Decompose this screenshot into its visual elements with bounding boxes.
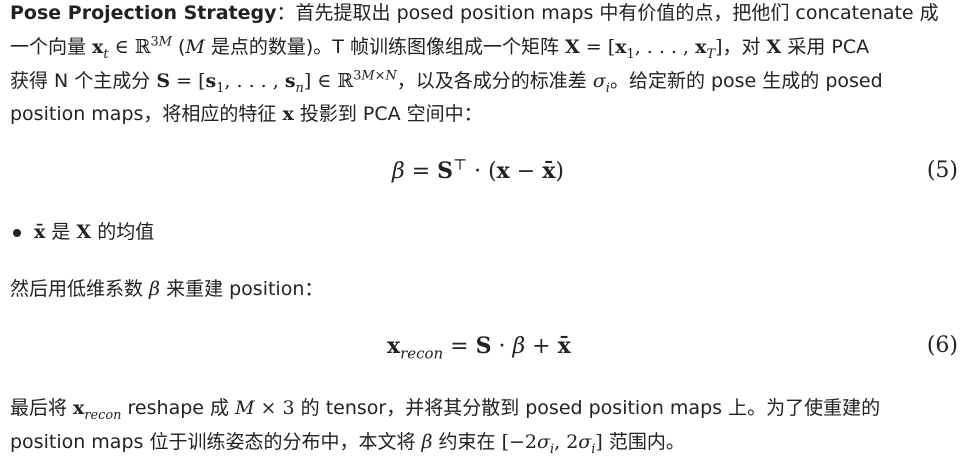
para1-text: ，对 xyxy=(722,36,767,58)
equation-6: xrecon = S · β + x̄ xyxy=(387,333,571,363)
para1-line-2: 一个向量 xt ∈ ℝ3M (M 是点的数量)。T 帧训练图像组成一个矩阵 X … xyxy=(10,34,870,62)
para2-text: 来重建 position： xyxy=(160,278,324,300)
heading-colon: ： xyxy=(276,2,296,24)
para1-line-3: 获得 N 个主成分 S = [s1, . . . , sn] ∈ ℝ3M×N，以… xyxy=(10,68,883,96)
math-M: M xyxy=(185,36,205,58)
para3-text: reshape 成 xyxy=(121,397,236,419)
para3-line-2: position maps 位于训练姿态的分布中，本文将 β 约束在 [−2σi… xyxy=(10,429,685,457)
para1-text: position maps，将相应的特征 xyxy=(10,103,283,125)
equation-5: β = S⊤ · (x − x̄) xyxy=(392,155,564,184)
para3-line-1: 最后将 xrecon reshape 成 M × 3 的 tensor，并将其分… xyxy=(10,395,881,423)
math-X: X xyxy=(76,221,92,243)
para1-text: 采用 PCA xyxy=(781,36,870,58)
para3-text: 最后将 xyxy=(10,397,74,419)
math-vector-xt: xt ∈ ℝ3M xyxy=(92,34,172,62)
bullet-dot xyxy=(13,229,21,237)
equation-5-number: (5) xyxy=(926,158,958,183)
para3-text: position maps 位于训练姿态的分布中，本文将 xyxy=(10,431,422,453)
math-sigma-i: σi xyxy=(592,70,610,96)
math-beta: β xyxy=(421,431,433,453)
para1-line-1: Pose Projection Strategy：首先提取出 posed pos… xyxy=(10,0,939,26)
math-x-bar: x̄ xyxy=(34,221,46,243)
bullet-text: 的均值 xyxy=(91,221,155,243)
para1-text: 投影到 PCA 空间中： xyxy=(293,103,483,125)
math-x-recon: xrecon xyxy=(73,397,122,423)
math-x: x xyxy=(282,103,294,125)
para3-text: 范围内。 xyxy=(602,431,685,453)
para3-text: 的 tensor，并将其分散到 posed position maps 上。为了… xyxy=(294,397,881,419)
para1-text: ，以及各成分的标准差 xyxy=(396,70,593,92)
bullet-item: x̄ 是 X 的均值 xyxy=(34,219,154,245)
math-matrix-X: X = [x1, . . . , xT] xyxy=(565,36,723,62)
para3-text: 约束在 xyxy=(432,431,502,453)
para1-text: 一个向量 xyxy=(10,36,93,58)
section-heading: Pose Projection Strategy xyxy=(10,2,277,24)
para1-text: 。给定新的 pose 生成的 posed xyxy=(609,70,883,92)
math-range: [−2σi, 2σi] xyxy=(501,431,603,457)
para1-line-4: position maps，将相应的特征 x 投影到 PCA 空间中： xyxy=(10,101,483,127)
math-beta: β xyxy=(149,278,161,300)
math-matrix-S: S = [s1, . . . , sn] ∈ ℝ3M×N xyxy=(156,68,397,96)
para1-text: 获得 N 个主成分 xyxy=(10,70,157,92)
para2-line: 然后用低维系数 β 来重建 position： xyxy=(10,276,323,302)
math-M-times-3: M × 3 xyxy=(235,397,295,419)
math-X: X xyxy=(766,36,782,58)
para1-text: 是点的数量)。T 帧训练图像组成一个矩阵 xyxy=(204,36,565,58)
para2-text: 然后用低维系数 xyxy=(10,278,150,300)
para1-text: ( xyxy=(171,36,186,58)
bullet-text: 是 xyxy=(45,221,77,243)
para1-text: 首先提取出 posed position maps 中有价值的点，把他们 con… xyxy=(295,2,939,24)
equation-6-number: (6) xyxy=(926,333,958,358)
